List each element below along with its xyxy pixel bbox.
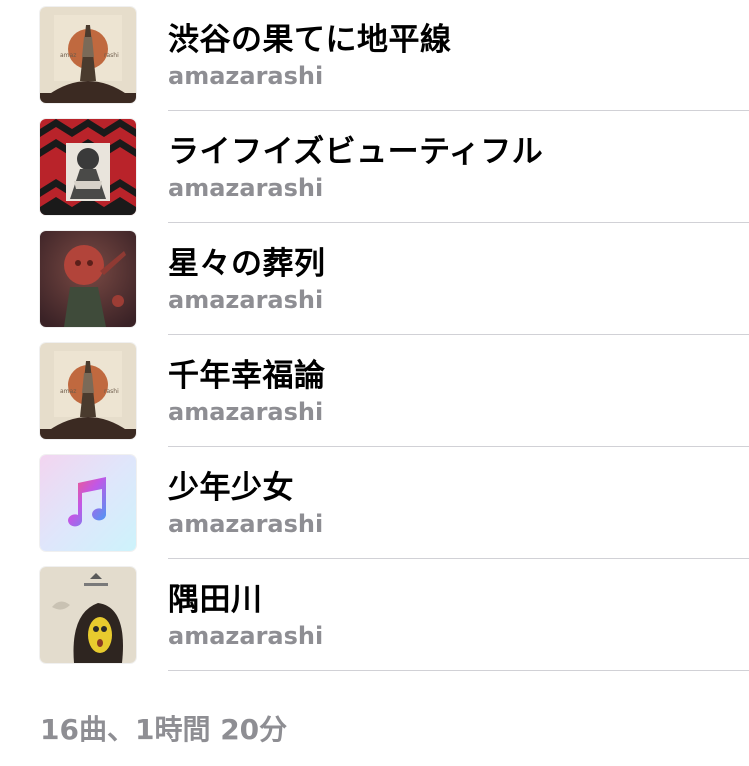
album-artwork — [40, 119, 136, 215]
row-separator — [168, 446, 749, 447]
album-artwork: amaz rashi — [40, 343, 136, 439]
album-art-sun-figure-icon: amaz rashi — [40, 343, 136, 439]
svg-text:rashi: rashi — [104, 388, 119, 395]
song-row[interactable]: 少年少女 amazarashi — [0, 448, 749, 560]
album-artwork — [40, 455, 136, 551]
album-art-red-mask-icon — [40, 231, 136, 327]
song-list: amaz rashi 渋谷の果てに地平線 amazarashi ライフイズビュー… — [0, 0, 749, 672]
song-row[interactable]: ライフイズビューティフル amazarashi — [0, 112, 749, 224]
song-title: 隅田川 — [168, 582, 263, 618]
music-note-icon — [40, 455, 136, 551]
album-art-yellow-face-icon — [40, 567, 136, 663]
song-artist: amazarashi — [168, 62, 324, 90]
svg-text:rashi: rashi — [104, 52, 119, 59]
playlist-summary: 16曲、1時間 20分 — [40, 713, 288, 746]
song-row[interactable]: 星々の葬列 amazarashi — [0, 224, 749, 336]
row-separator — [168, 110, 749, 111]
song-title: 渋谷の果てに地平線 — [168, 22, 452, 58]
song-title: 千年幸福論 — [168, 358, 326, 394]
svg-text:amaz: amaz — [60, 52, 76, 59]
row-separator — [168, 558, 749, 559]
row-separator — [168, 222, 749, 223]
song-row[interactable]: amaz rashi 千年幸福論 amazarashi — [0, 336, 749, 448]
row-separator — [168, 334, 749, 335]
song-artist: amazarashi — [168, 286, 324, 314]
album-art-red-chevron-icon — [40, 119, 136, 215]
song-row[interactable]: 隅田川 amazarashi — [0, 560, 749, 672]
playlist-screen: amaz rashi 渋谷の果てに地平線 amazarashi ライフイズビュー… — [0, 0, 749, 766]
song-artist: amazarashi — [168, 622, 324, 650]
song-title: 星々の葬列 — [168, 246, 326, 282]
song-artist: amazarashi — [168, 174, 324, 202]
album-art-sun-figure-icon: amaz rashi — [40, 7, 136, 103]
album-artwork — [40, 231, 136, 327]
row-separator — [168, 670, 749, 671]
song-artist: amazarashi — [168, 510, 324, 538]
album-artwork — [40, 567, 136, 663]
song-artist: amazarashi — [168, 398, 324, 426]
song-row[interactable]: amaz rashi 渋谷の果てに地平線 amazarashi — [0, 0, 749, 112]
song-title: ライフイズビューティフル — [168, 134, 544, 170]
song-title: 少年少女 — [168, 470, 294, 506]
svg-text:amaz: amaz — [60, 388, 76, 395]
album-artwork: amaz rashi — [40, 7, 136, 103]
